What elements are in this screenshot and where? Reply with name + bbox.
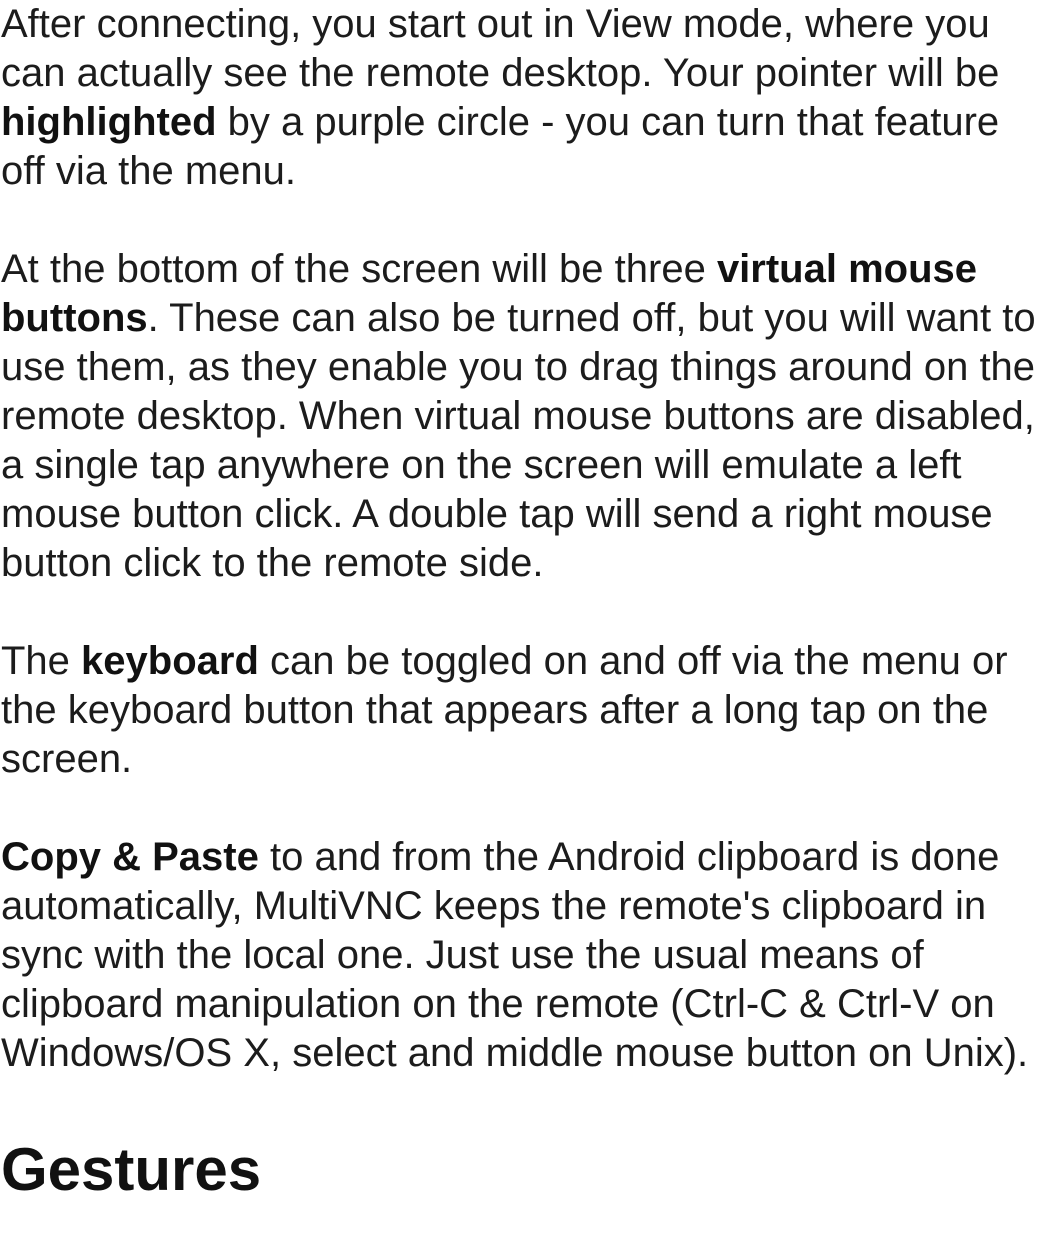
paragraph-copy-paste: Copy & Paste to and from the Android cli… — [1, 833, 1053, 1078]
term-keyboard: keyboard — [81, 639, 259, 683]
paragraph-virtual-mouse-buttons: At the bottom of the screen will be thre… — [1, 245, 1053, 588]
document-body: After connecting, you start out in View … — [1, 0, 1053, 1205]
term-highlighted: highlighted — [1, 100, 217, 144]
paragraph-text: After connecting, you start out in View … — [1, 2, 1000, 95]
paragraph-keyboard: The keyboard can be toggled on and off v… — [1, 637, 1053, 784]
paragraph-view-mode: After connecting, you start out in View … — [1, 0, 1053, 196]
section-heading-gestures: Gestures — [1, 1136, 262, 1203]
paragraph-text: . These can also be turned off, but you … — [1, 296, 1036, 585]
term-copy-paste: Copy & Paste — [1, 835, 259, 879]
paragraph-text: At the bottom of the screen will be thre… — [1, 247, 717, 291]
paragraph-text: The — [1, 639, 82, 683]
